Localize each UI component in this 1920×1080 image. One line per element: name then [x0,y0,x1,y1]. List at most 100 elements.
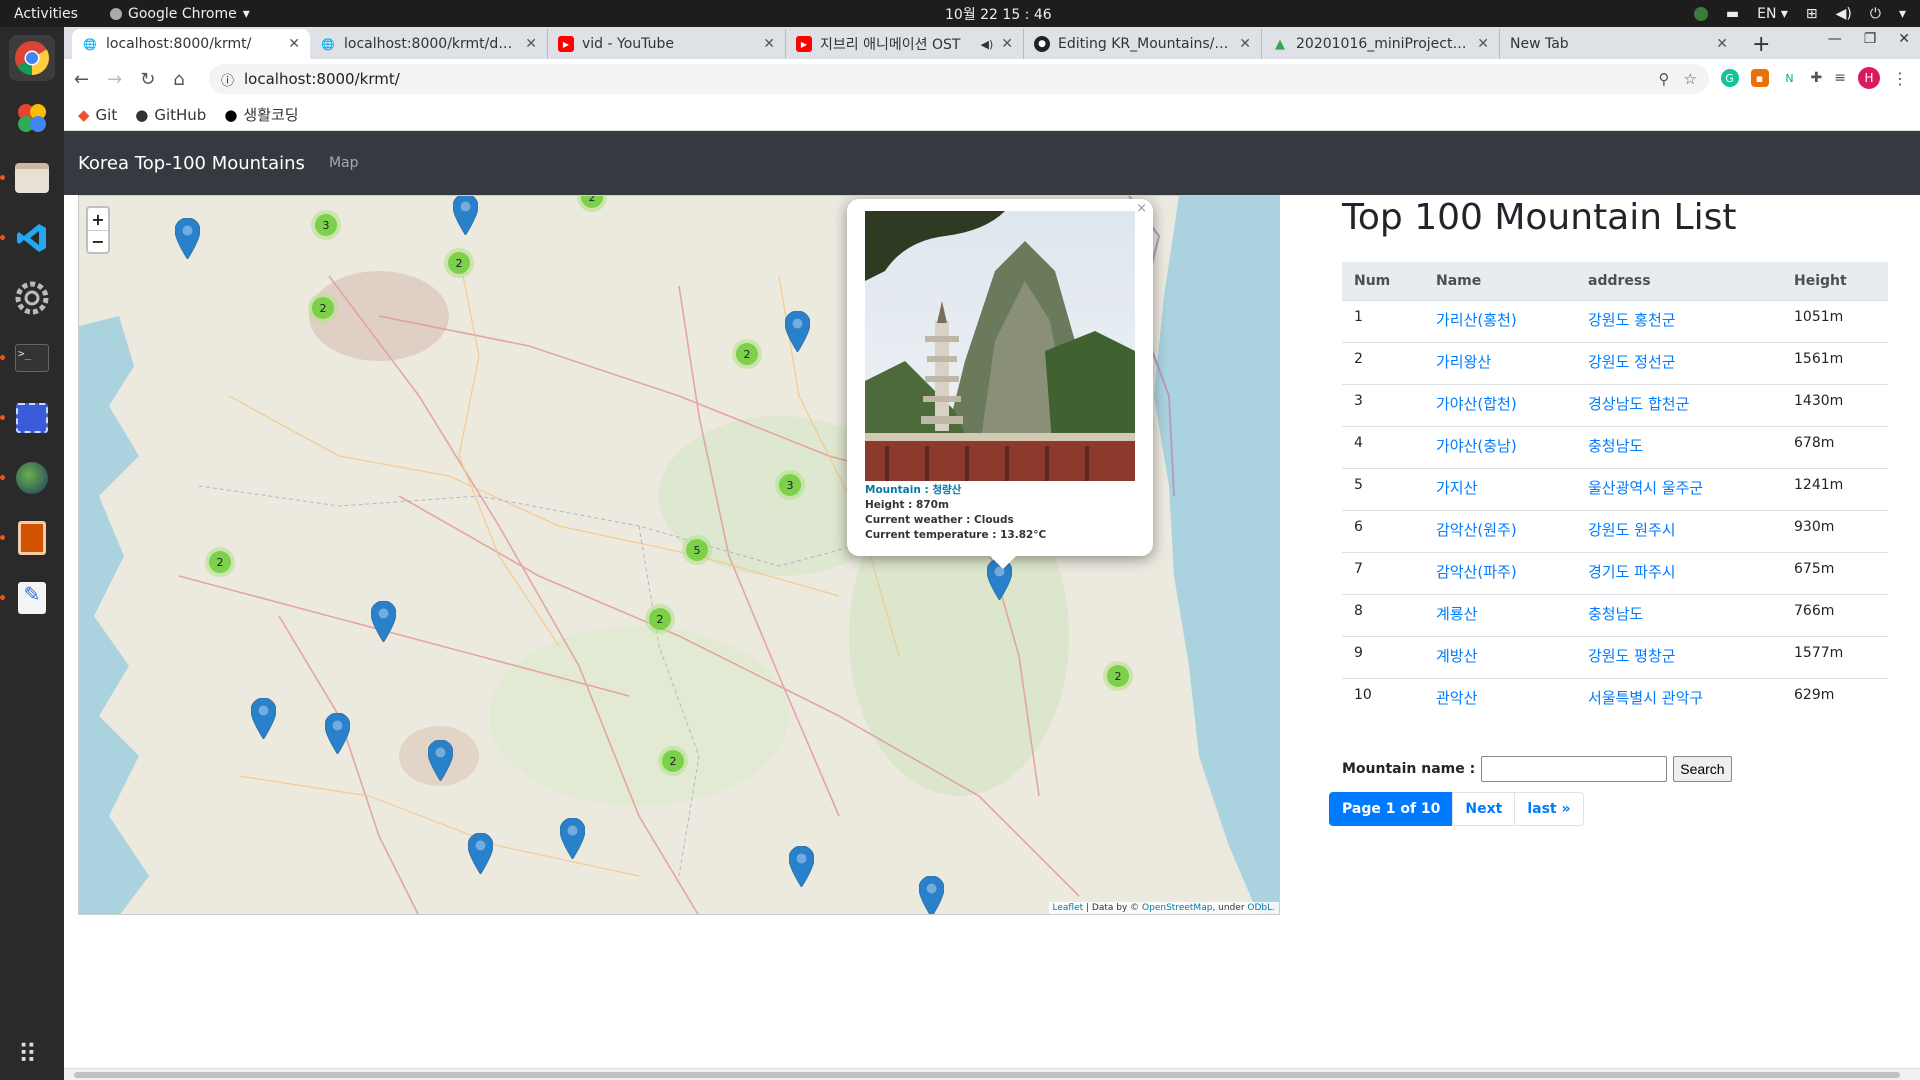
marker-cluster[interactable]: 5 [682,535,712,565]
bookmark-github[interactable]: ● GitHub [135,106,206,124]
map-marker-icon[interactable] [785,311,810,352]
map-marker-icon[interactable] [560,818,585,859]
marker-cluster[interactable]: 3 [775,470,805,500]
marker-cluster[interactable]: 2 [1103,661,1133,691]
mountain-address-link[interactable]: 울산광역시 울주군 [1588,479,1703,497]
reload-icon[interactable]: ↻ [140,69,155,90]
close-icon[interactable]: ✕ [288,36,300,52]
mountain-address-link[interactable]: 경상남도 합천군 [1588,395,1689,413]
close-icon[interactable]: ✕ [1239,36,1251,52]
mountain-name-link[interactable]: 가리왕산 [1436,353,1491,371]
mountain-name-link[interactable]: 가지산 [1436,479,1477,497]
close-icon[interactable]: ✕ [1001,36,1013,52]
mountain-address-link[interactable]: 강원도 정선군 [1588,353,1676,371]
clock[interactable]: 10월 22 15 : 46 [945,4,1052,24]
mountain-address-link[interactable]: 충청남도 [1588,437,1643,455]
speaker-icon[interactable]: ◀) [981,38,994,51]
vscode-launcher[interactable] [0,215,55,261]
map-marker-icon[interactable] [919,876,944,915]
profile-avatar[interactable]: H [1858,67,1880,89]
leaflet-map[interactable]: + − 3 2 2 2 2 3 5 2 2 2 2 × Mountain: 청… [78,195,1280,915]
search-button[interactable]: Search [1673,756,1732,782]
scrollbar-thumb[interactable] [74,1072,1900,1078]
tab-drive[interactable]: ▲ 20201016_miniProject_W ✕ [1262,29,1500,59]
system-tray[interactable]: ▬ EN ▾ ⊞ ◀) ⏻ ▾ [1693,6,1906,22]
marker-cluster[interactable]: 2 [444,248,474,278]
impress-launcher[interactable] [0,515,55,561]
tab-github[interactable]: ● Editing KR_Mountains/RE ✕ [1024,29,1262,59]
grammarly-icon[interactable]: G [1720,69,1739,87]
tab-newtab[interactable]: New Tab ✕ [1500,29,1738,59]
mountain-name-link[interactable]: 계방산 [1436,647,1477,665]
tab-youtube[interactable]: ▶ vid - YouTube ✕ [548,29,786,59]
zoom-in-button[interactable]: + [88,208,108,230]
files-launcher[interactable] [0,155,55,201]
mountain-name-link[interactable]: 가리산(홍천) [1436,311,1517,329]
extension-orange-icon[interactable]: ▪ [1750,69,1769,87]
activities-button[interactable]: Activities [0,6,110,22]
page-last-link[interactable]: last » [1514,792,1584,826]
app-menu[interactable]: Google Chrome ▾ [110,6,250,22]
close-icon[interactable]: ✕ [763,36,775,52]
mountain-name-link[interactable]: 가야산(충남) [1436,437,1517,455]
mountain-name-link[interactable]: 감악산(원주) [1436,521,1517,539]
back-icon[interactable]: ← [74,69,89,90]
map-marker-icon[interactable] [371,601,396,642]
tab-krmt[interactable]: 🌐 localhost:8000/krmt/ ✕ [72,29,310,59]
bookmark-git[interactable]: ◆ Git [78,106,117,124]
home-icon[interactable]: ⌂ [173,69,184,90]
mountain-address-link[interactable]: 강원도 평창군 [1588,647,1676,665]
odbl-link[interactable]: ODbL. [1247,903,1275,913]
close-icon[interactable]: ✕ [1477,36,1489,52]
close-window-icon[interactable]: ✕ [1898,31,1910,47]
media-icon[interactable]: ≡ [1834,70,1846,86]
star-icon[interactable]: ☆ [1684,70,1697,88]
restore-icon[interactable]: ❐ [1864,31,1877,47]
screenshot-launcher[interactable] [0,395,55,441]
settings-launcher[interactable] [9,275,55,321]
marker-cluster[interactable]: 2 [205,547,235,577]
mountain-search-input[interactable] [1481,756,1668,782]
globe-launcher[interactable] [0,455,55,501]
marker-cluster[interactable]: 2 [645,604,675,634]
show-apps-icon[interactable]: ⠿ [18,1040,37,1070]
osm-link[interactable]: OpenStreetMap [1142,903,1212,913]
editor-launcher[interactable]: ✎ [0,575,55,621]
mountain-address-link[interactable]: 경기도 파주시 [1588,563,1676,581]
chrome-launcher[interactable] [9,35,55,81]
info-icon[interactable]: ⓘ [221,70,234,89]
map-marker-icon[interactable] [251,698,276,739]
nav-link-map[interactable]: Map [329,155,359,171]
map-marker-icon[interactable] [325,713,350,754]
horizontal-scrollbar[interactable] [64,1068,1920,1080]
marker-cluster[interactable]: 3 [311,210,341,240]
mountain-name-link[interactable]: 가야산(합천) [1436,395,1517,413]
mountain-name-link[interactable]: 계룡산 [1436,605,1477,623]
mountain-name-link[interactable]: 관악산 [1436,689,1477,707]
extension-n-icon[interactable]: N [1780,69,1799,87]
map-marker-icon[interactable] [428,740,453,781]
tab-detail[interactable]: 🌐 localhost:8000/krmt/detail ✕ [310,29,548,59]
kebab-menu-icon[interactable]: ⋮ [1892,69,1908,88]
mountain-address-link[interactable]: 강원도 원주시 [1588,521,1676,539]
close-icon[interactable]: ✕ [1716,36,1728,52]
terminal-launcher[interactable]: >_ [0,335,55,381]
mountain-address-link[interactable]: 충청남도 [1588,605,1643,623]
map-marker-icon[interactable] [453,195,478,235]
bookmark-opentutorials[interactable]: ● 생활코딩 [224,104,298,125]
close-icon[interactable]: ✕ [525,36,537,52]
mountain-name-link[interactable]: 감악산(파주) [1436,563,1517,581]
forward-icon[interactable]: → [107,69,122,90]
minimize-icon[interactable]: — [1828,31,1842,47]
marker-cluster[interactable]: 2 [308,293,338,323]
puzzle-icon[interactable]: ✚ [1811,70,1823,86]
map-marker-icon[interactable] [789,846,814,887]
page-next-link[interactable]: Next [1452,792,1516,826]
leaflet-link[interactable]: Leaflet [1053,903,1084,913]
navbar-brand[interactable]: Korea Top-100 Mountains [78,153,305,174]
zoom-icon[interactable]: ⚲ [1659,70,1670,88]
marker-cluster[interactable]: 2 [658,746,688,776]
page-current[interactable]: Page 1 of 10 [1329,792,1454,826]
photos-launcher[interactable] [9,95,55,141]
new-tab-button[interactable]: + [1738,29,1784,59]
